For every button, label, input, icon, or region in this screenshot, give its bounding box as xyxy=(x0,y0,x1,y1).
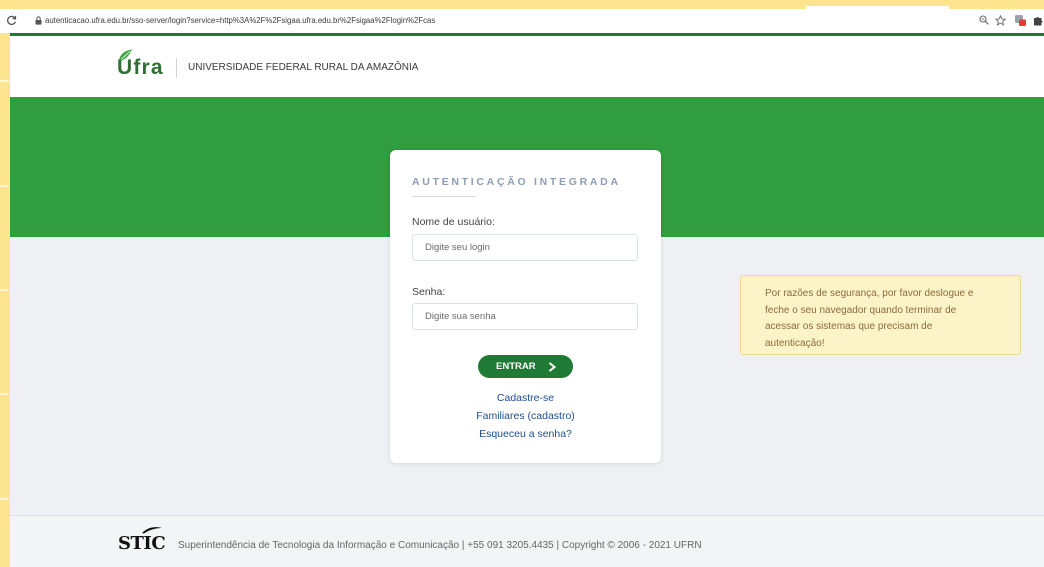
submit-label: ENTRAR xyxy=(496,360,536,372)
notice-line: feche o seu navegador quando terminar de xyxy=(765,304,957,316)
frame-mark xyxy=(0,80,9,82)
header-divider xyxy=(176,58,177,78)
family-register-link[interactable]: Familiares (cadastro) xyxy=(390,407,661,425)
extension-icon[interactable] xyxy=(1014,14,1027,27)
reload-icon[interactable] xyxy=(6,15,17,26)
password-input[interactable] xyxy=(412,303,638,330)
zoom-icon[interactable] xyxy=(979,15,989,25)
title-underline xyxy=(412,196,477,197)
stic-logo: STIC xyxy=(118,533,166,554)
puzzle-icon[interactable] xyxy=(1033,15,1043,26)
username-input[interactable] xyxy=(412,234,638,261)
star-icon[interactable] xyxy=(995,15,1006,26)
frame-mark xyxy=(0,393,9,395)
frame-mark xyxy=(0,185,9,187)
institution-name: UNIVERSIDADE FEDERAL RURAL DA AMAZÔNIA xyxy=(188,62,419,73)
site-header xyxy=(10,36,1044,97)
login-submit-button[interactable]: ENTRAR xyxy=(478,355,573,378)
ufra-logo[interactable]: Ufra xyxy=(117,57,164,79)
password-label: Senha: xyxy=(412,286,446,298)
login-title: AUTENTICAÇÃO INTEGRADA xyxy=(412,176,621,188)
frame-mark xyxy=(0,289,9,291)
footer-text: Superintendência de Tecnologia da Inform… xyxy=(178,540,702,551)
register-link[interactable]: Cadastre-se xyxy=(390,389,661,407)
notice-line: Por razões de segurança, por favor deslo… xyxy=(765,288,974,299)
notice-line: acessar os sistemas que precisam de xyxy=(765,321,933,332)
frame-mark xyxy=(0,498,9,500)
chevron-right-icon xyxy=(548,361,556,372)
login-card: AUTENTICAÇÃO INTEGRADA Nome de usuário: … xyxy=(390,150,661,463)
username-label: Nome de usuário: xyxy=(412,216,495,228)
security-notice: Por razões de segurança, por favor deslo… xyxy=(740,275,1021,355)
login-links: Cadastre-se Familiares (cadastro) Esquec… xyxy=(390,389,661,443)
frame-left-strip xyxy=(0,0,10,567)
notice-line: autenticação! xyxy=(765,337,825,349)
address-url[interactable]: autenticacao.ufra.edu.br/sso-server/logi… xyxy=(45,16,435,26)
lock-icon[interactable] xyxy=(35,16,42,25)
forgot-password-link[interactable]: Esqueceu a senha? xyxy=(390,425,661,443)
